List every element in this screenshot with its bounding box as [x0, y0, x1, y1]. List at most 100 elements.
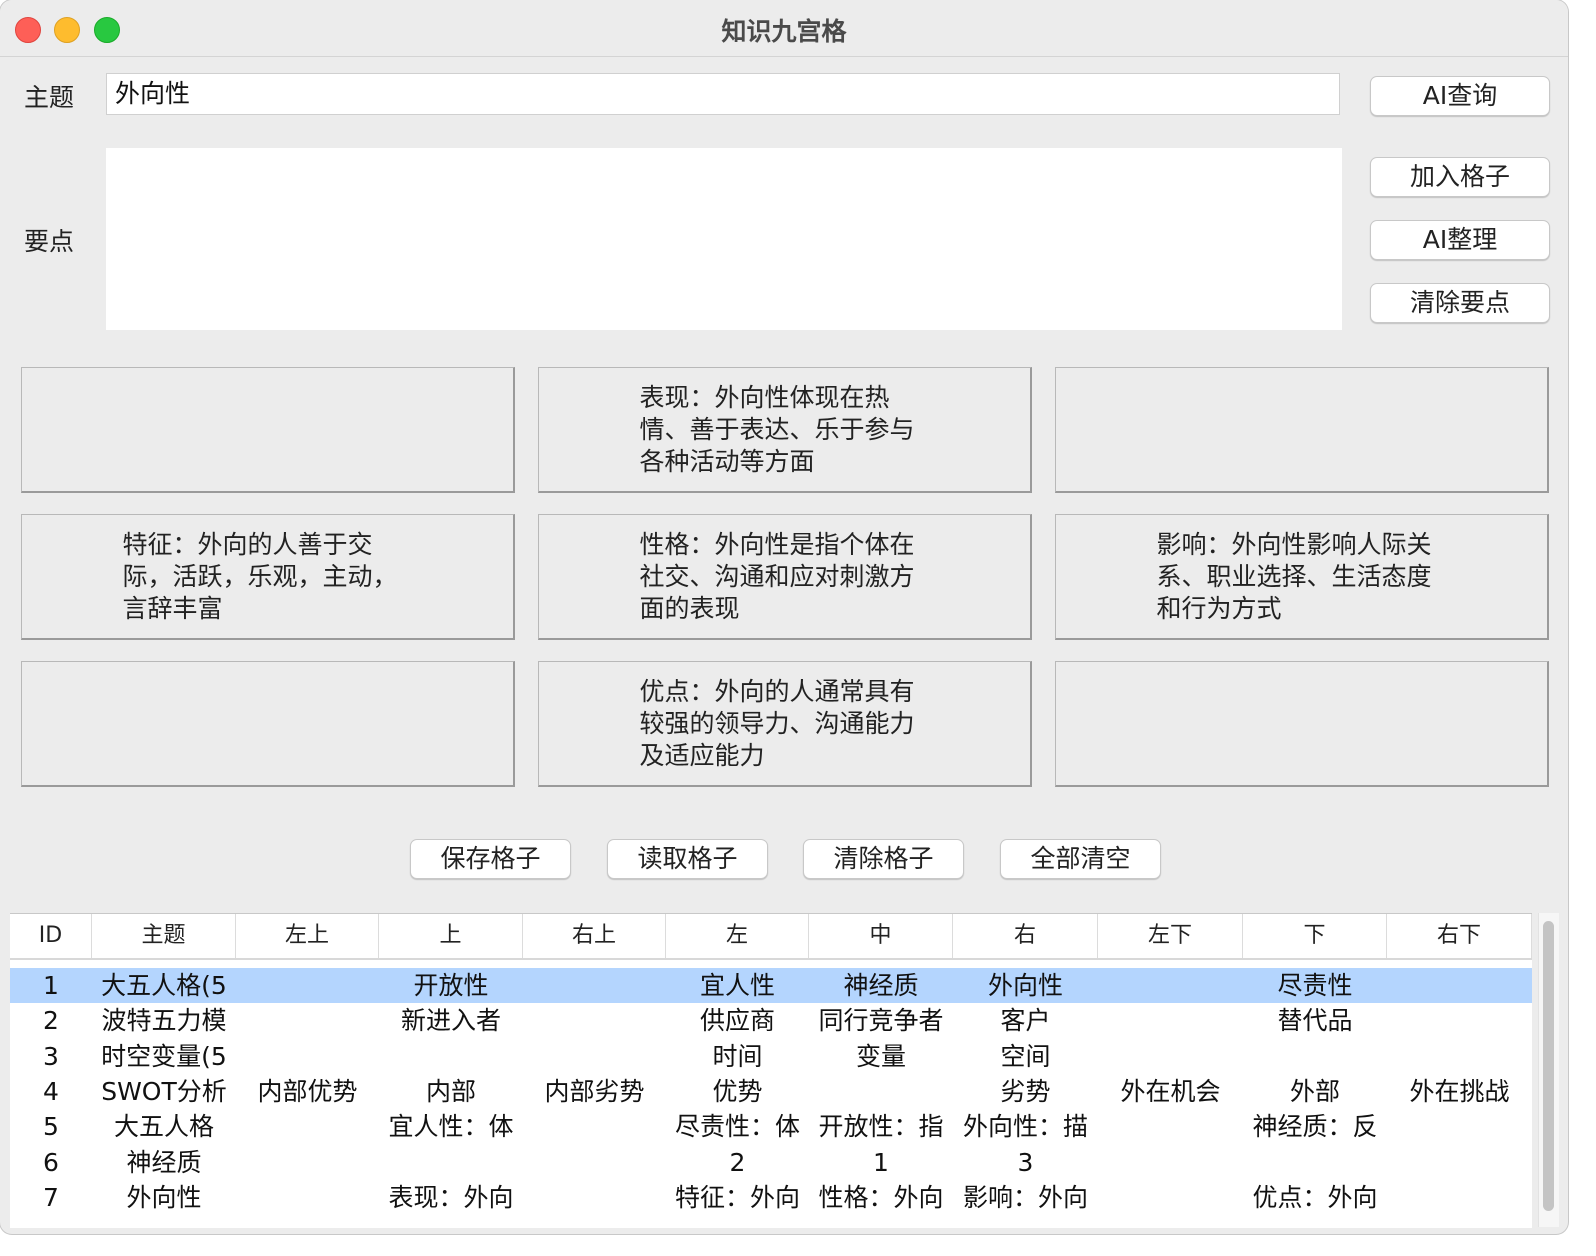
- table-cell: 4: [43, 1076, 59, 1106]
- table-row[interactable]: 7 外向性 表现：外向 特征：外向 性格：外向 影响：外向 优点：外向: [10, 1180, 1532, 1215]
- table-cell: 3: [43, 1041, 59, 1071]
- table-cell: 1: [43, 971, 59, 1000]
- grid-cell-right[interactable]: 影响：外向性影响人际关系、职业选择、生活态度和行为方式: [1055, 514, 1549, 640]
- column-header[interactable]: 左: [666, 914, 809, 958]
- table-cell: 性格：外向: [818, 1182, 944, 1212]
- clear-grid-button[interactable]: 清除格子: [803, 839, 964, 879]
- table-cell: 优点：外向: [1252, 1182, 1378, 1212]
- table-cell: [1387, 1180, 1532, 1215]
- table-cell: 劣势: [1000, 1076, 1051, 1106]
- table-row[interactable]: 5 大五人格 宜人性：体 尽责性：体 开放性：指 外向性：描 神经质：反: [10, 1109, 1532, 1144]
- table-cell: [236, 1003, 379, 1038]
- table-cell: [523, 968, 666, 1003]
- table-cell: 尽责性：体: [674, 1112, 800, 1142]
- column-header[interactable]: 左上: [236, 914, 379, 958]
- app-window: 知识九宫格 主题 外向性 要点 AI查询 加入格子 AI整理 清除要点 表现：外…: [0, 0, 1568, 1234]
- table-cell: 时间: [712, 1041, 763, 1071]
- grid-cell-bottom-left[interactable]: [21, 661, 515, 787]
- table-cell: 影响：外向: [962, 1182, 1088, 1212]
- table-cell: [236, 1145, 379, 1180]
- table-cell: [1387, 1003, 1532, 1038]
- table-cell: [1387, 1145, 1532, 1180]
- table-cell: [809, 1074, 953, 1109]
- table-cell: 外向性：描: [962, 1112, 1088, 1142]
- table-cell: 开放性：指: [818, 1112, 944, 1142]
- table-cell: 开放性: [413, 971, 489, 1000]
- grid-cell-bottom-right[interactable]: [1055, 661, 1549, 787]
- table-cell: 波特五力模: [101, 1006, 227, 1036]
- scrollbar-thumb[interactable]: [1543, 921, 1554, 1211]
- table-cell: 新进入者: [400, 1006, 501, 1036]
- grid-cell-top-right[interactable]: [1055, 367, 1549, 493]
- grid-cell-top[interactable]: 表现：外向性体现在热情、善于表达、乐于参与各种活动等方面: [538, 367, 1032, 493]
- clear-points-button[interactable]: 清除要点: [1370, 283, 1550, 323]
- table-cell: 6: [43, 1147, 59, 1177]
- table-cell: [236, 1180, 379, 1215]
- grid-cell-bottom[interactable]: 优点：外向的人通常具有较强的领导力、沟通能力及适应能力: [538, 661, 1032, 787]
- column-header[interactable]: 右下: [1387, 914, 1532, 958]
- table-cell: 外部: [1289, 1076, 1340, 1106]
- column-header[interactable]: 上: [379, 914, 523, 958]
- table-cell: [1098, 1180, 1243, 1215]
- table-cell: 时空变量(5: [101, 1041, 227, 1071]
- table-cell: 5: [43, 1112, 59, 1142]
- column-header[interactable]: 左下: [1098, 914, 1243, 958]
- table-cell: [236, 968, 379, 1003]
- table-cell: 优势: [712, 1076, 763, 1106]
- grid-cell-center[interactable]: 性格：外向性是指个体在社交、沟通和应对刺激方面的表现: [538, 514, 1032, 640]
- save-grid-button[interactable]: 保存格子: [410, 839, 571, 879]
- column-header[interactable]: 主题: [92, 914, 236, 958]
- column-header[interactable]: ID: [10, 914, 92, 958]
- table-row[interactable]: 3 时空变量(5 时间 变量 空间: [10, 1039, 1532, 1074]
- records-table[interactable]: ID 主题 左上上右上左中右左下下右下 1 大五人格(5 开放性 宜人性 神经质 外向性 尽责性…: [10, 913, 1532, 1228]
- points-textarea[interactable]: [106, 148, 1342, 330]
- title-bar: 知识九宫格: [0, 0, 1568, 57]
- table-cell: [1098, 1003, 1243, 1038]
- table-cell: 变量: [855, 1041, 906, 1071]
- table-cell: 外向性: [126, 1182, 202, 1212]
- table-cell: 大五人格(5: [101, 971, 227, 1000]
- table-cell: [523, 1109, 666, 1144]
- table-cell: 神经质: [126, 1147, 202, 1177]
- table-row[interactable]: 6 神经质 2 1 3: [10, 1145, 1532, 1180]
- grid-cell-text: 影响：外向性影响人际关系、职业选择、生活态度和行为方式: [1156, 529, 1432, 623]
- grid-cell-left[interactable]: 特征：外向的人善于交际，活跃，乐观，主动，言辞丰富: [21, 514, 515, 640]
- topic-input[interactable]: 外向性: [106, 73, 1340, 115]
- clear-all-button[interactable]: 全部清空: [1000, 839, 1161, 879]
- table-cell: 外在挑战: [1409, 1076, 1510, 1106]
- table-cell: 内部优势: [257, 1076, 358, 1106]
- table-cell: 3: [1017, 1147, 1034, 1177]
- load-grid-button[interactable]: 读取格子: [607, 839, 768, 879]
- table-cell: [1098, 968, 1243, 1003]
- add-cell-button[interactable]: 加入格子: [1370, 157, 1550, 197]
- table-cell: 宜人性：体: [388, 1112, 514, 1142]
- column-header[interactable]: 下: [1243, 914, 1387, 958]
- table-cell: 供应商: [699, 1006, 775, 1036]
- table-cell: 同行竞争者: [818, 1006, 944, 1036]
- table-cell: 7: [43, 1182, 59, 1212]
- table-cell: 表现：外向: [388, 1182, 514, 1212]
- table-row[interactable]: 1 大五人格(5 开放性 宜人性 神经质 外向性 尽责性: [10, 968, 1532, 1003]
- ai-query-button[interactable]: AI查询: [1370, 76, 1550, 116]
- table-cell: [236, 1039, 379, 1074]
- column-header[interactable]: 右上: [523, 914, 666, 958]
- table-cell: 外向性: [987, 971, 1063, 1000]
- table-scrollbar[interactable]: [1538, 913, 1559, 1227]
- table-cell: SWOT分析: [101, 1076, 227, 1106]
- table-cell: 宜人性: [699, 971, 775, 1000]
- table-cell: [1387, 1109, 1532, 1144]
- grid-cell-top-left[interactable]: [21, 367, 515, 493]
- table-cell: [523, 1003, 666, 1038]
- table-cell: 大五人格: [113, 1112, 214, 1142]
- table-cell: [523, 1039, 666, 1074]
- table-cell: 客户: [1000, 1006, 1051, 1036]
- grid-cell-text: 性格：外向性是指个体在社交、沟通和应对刺激方面的表现: [639, 529, 915, 623]
- column-header[interactable]: 中: [809, 914, 953, 958]
- table-header: ID 主题 左上上右上左中右左下下右下: [10, 914, 1532, 960]
- column-header[interactable]: 右: [953, 914, 1098, 958]
- table-cell: [1243, 1039, 1387, 1074]
- table-row[interactable]: 2 波特五力模 新进入者 供应商 同行竞争者 客户 替代品: [10, 1003, 1532, 1038]
- table-row[interactable]: 4 SWOT分析 内部优势 内部 内部劣势 优势 劣势 外在机会 外部 外在挑战: [10, 1074, 1532, 1109]
- table-cell: 1: [873, 1147, 889, 1177]
- ai-organize-button[interactable]: AI整理: [1370, 220, 1550, 260]
